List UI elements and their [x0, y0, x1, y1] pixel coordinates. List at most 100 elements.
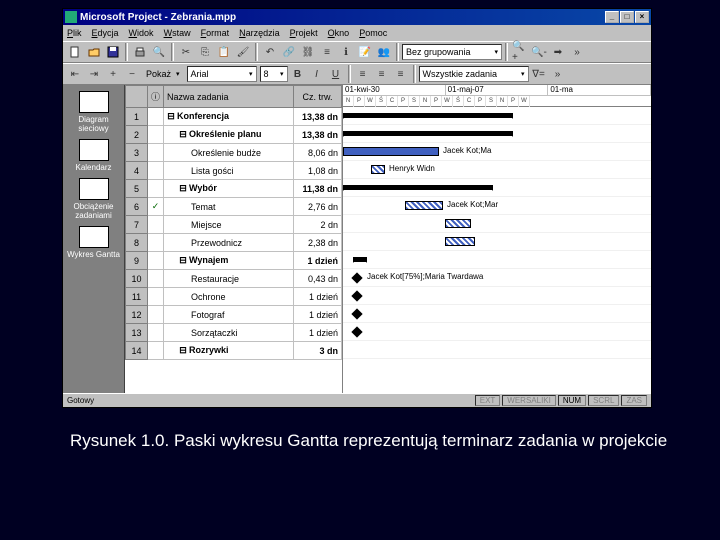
task-row[interactable]: 12Fotograf1 dzień — [126, 306, 342, 324]
figure-caption: Rysunek 1.0. Paski wykresu Gantta reprez… — [70, 430, 670, 452]
task-row[interactable]: 5⊟Wybór11,38 dn — [126, 180, 342, 198]
gantt-row[interactable] — [343, 287, 651, 305]
view-obciążenie-zadaniami[interactable]: Obciążenie zadaniami — [66, 176, 122, 222]
milestone-icon[interactable] — [351, 272, 362, 283]
align-center-button[interactable]: ≡ — [373, 65, 391, 83]
col-info[interactable]: ⓘ — [148, 86, 164, 108]
col-duration[interactable]: Cz. trw. — [294, 86, 342, 108]
show-button[interactable]: + — [104, 65, 122, 83]
open-button[interactable] — [85, 43, 103, 61]
menubar: Plik Edycja Widok Wstaw Format Narzędzia Proje… — [63, 25, 651, 41]
paste-button[interactable]: 📋 — [215, 43, 233, 61]
task-row[interactable]: 14⊟Rozrywki3 dn — [126, 342, 342, 360]
close-button[interactable]: × — [635, 11, 649, 23]
hide-button[interactable]: − — [123, 65, 141, 83]
link-button[interactable]: 🔗 — [280, 43, 298, 61]
task-row[interactable]: 13Sorzątaczki1 dzień — [126, 324, 342, 342]
toolbar-standard: 🔍 ✂ ⎘ 📋 🖌 ↶ 🔗 ⛓ ≡ ℹ 📝 👥 Bez grupowania▾ … — [63, 41, 651, 63]
save-button[interactable] — [104, 43, 122, 61]
split-button[interactable]: ≡ — [318, 43, 336, 61]
view-kalendarz[interactable]: Kalendarz — [66, 137, 122, 174]
gantt-bar[interactable] — [343, 185, 493, 190]
gantt-row[interactable] — [343, 179, 651, 197]
preview-button[interactable]: 🔍 — [150, 43, 168, 61]
menu-projekt[interactable]: Projekt — [290, 28, 318, 38]
view-diagram-sieciowy[interactable]: Diagram sieciowy — [66, 89, 122, 135]
format-painter-button[interactable]: 🖌 — [234, 43, 252, 61]
col-name[interactable]: Nazwa zadania — [164, 86, 294, 108]
align-left-button[interactable]: ≡ — [354, 65, 372, 83]
gantt-bar[interactable] — [343, 131, 513, 136]
maximize-button[interactable]: □ — [620, 11, 634, 23]
gantt-bar[interactable] — [353, 257, 367, 262]
task-row[interactable]: 3Określenie budże8,06 dn — [126, 144, 342, 162]
menu-plik[interactable]: Plik — [67, 28, 82, 38]
gantt-row[interactable] — [343, 305, 651, 323]
task-row[interactable]: 1⊟Konferencja13,38 dn — [126, 108, 342, 126]
view-wykres-gantta[interactable]: Wykres Gantta — [66, 224, 122, 261]
task-row[interactable]: 7Miejsce2 dn — [126, 216, 342, 234]
new-button[interactable] — [66, 43, 84, 61]
gantt-row[interactable]: Jacek Kot[75%];Maria Twardawa — [343, 269, 651, 287]
task-row[interactable]: 8Przewodnicz2,38 dn — [126, 234, 342, 252]
gantt-bar[interactable] — [371, 165, 385, 174]
gantt-bar[interactable] — [405, 201, 443, 210]
cut-button[interactable]: ✂ — [177, 43, 195, 61]
align-right-button[interactable]: ≡ — [392, 65, 410, 83]
zoom-out-button[interactable]: 🔍- — [530, 43, 548, 61]
autofilter-button[interactable]: ∇= — [530, 65, 548, 83]
task-row[interactable]: 9⊟Wynajem1 dzień — [126, 252, 342, 270]
gantt-bar[interactable] — [343, 113, 513, 118]
more2-button[interactable]: » — [549, 65, 567, 83]
task-row[interactable]: 4Lista gości1,08 dn — [126, 162, 342, 180]
gantt-row[interactable] — [343, 251, 651, 269]
gantt-row[interactable] — [343, 215, 651, 233]
gantt-bar[interactable] — [445, 237, 475, 246]
menu-pomoc[interactable]: Pomoc — [359, 28, 387, 38]
font-combo[interactable]: Arial▾ — [187, 66, 257, 82]
gantt-row[interactable]: Jacek Kot;Ma — [343, 143, 651, 161]
outdent-button[interactable]: ⇤ — [66, 65, 84, 83]
gantt-row[interactable]: Henryk Widn — [343, 161, 651, 179]
gantt-bar[interactable] — [343, 147, 439, 156]
indent-button[interactable]: ⇥ — [85, 65, 103, 83]
menu-okno[interactable]: Okno — [328, 28, 350, 38]
more-button[interactable]: » — [568, 43, 586, 61]
italic-button[interactable]: I — [308, 65, 326, 83]
bold-button[interactable]: B — [289, 65, 307, 83]
task-row[interactable]: 6✓Temat2,76 dn — [126, 198, 342, 216]
menu-widok[interactable]: Widok — [129, 28, 154, 38]
task-row[interactable]: 2⊟Określenie planu13,38 dn — [126, 126, 342, 144]
underline-button[interactable]: U — [327, 65, 345, 83]
gantt-chart[interactable]: 01-kwi-3001-maj-0701-ma NPWŚCPSNPWŚCPSNP… — [343, 85, 651, 393]
undo-button[interactable]: ↶ — [261, 43, 279, 61]
gantt-row[interactable] — [343, 233, 651, 251]
task-row[interactable]: 11Ochrone1 dzień — [126, 288, 342, 306]
assign-button[interactable]: 👥 — [375, 43, 393, 61]
milestone-icon[interactable] — [351, 290, 362, 301]
unlink-button[interactable]: ⛓ — [299, 43, 317, 61]
milestone-icon[interactable] — [351, 326, 362, 337]
info-button[interactable]: ℹ — [337, 43, 355, 61]
menu-format[interactable]: Format — [201, 28, 230, 38]
menu-edycja[interactable]: Edycja — [92, 28, 119, 38]
grouping-combo[interactable]: Bez grupowania▾ — [402, 44, 502, 60]
gantt-bar[interactable] — [445, 219, 471, 228]
gantt-row[interactable] — [343, 323, 651, 341]
menu-wstaw[interactable]: Wstaw — [164, 28, 191, 38]
gantt-row[interactable] — [343, 341, 651, 359]
zoom-in-button[interactable]: 🔍+ — [511, 43, 529, 61]
filter-combo[interactable]: Wszystkie zadania▾ — [419, 66, 529, 82]
fontsize-combo[interactable]: 8▾ — [260, 66, 288, 82]
notes-button[interactable]: 📝 — [356, 43, 374, 61]
goto-button[interactable]: ➡ — [549, 43, 567, 61]
copy-button[interactable]: ⎘ — [196, 43, 214, 61]
menu-narzędzia[interactable]: Narzędzia — [239, 28, 280, 38]
minimize-button[interactable]: _ — [605, 11, 619, 23]
task-row[interactable]: 10Restauracje0,43 dn — [126, 270, 342, 288]
print-button[interactable] — [131, 43, 149, 61]
gantt-row[interactable] — [343, 125, 651, 143]
gantt-row[interactable] — [343, 107, 651, 125]
milestone-icon[interactable] — [351, 308, 362, 319]
gantt-row[interactable]: Jacek Kot;Mar — [343, 197, 651, 215]
